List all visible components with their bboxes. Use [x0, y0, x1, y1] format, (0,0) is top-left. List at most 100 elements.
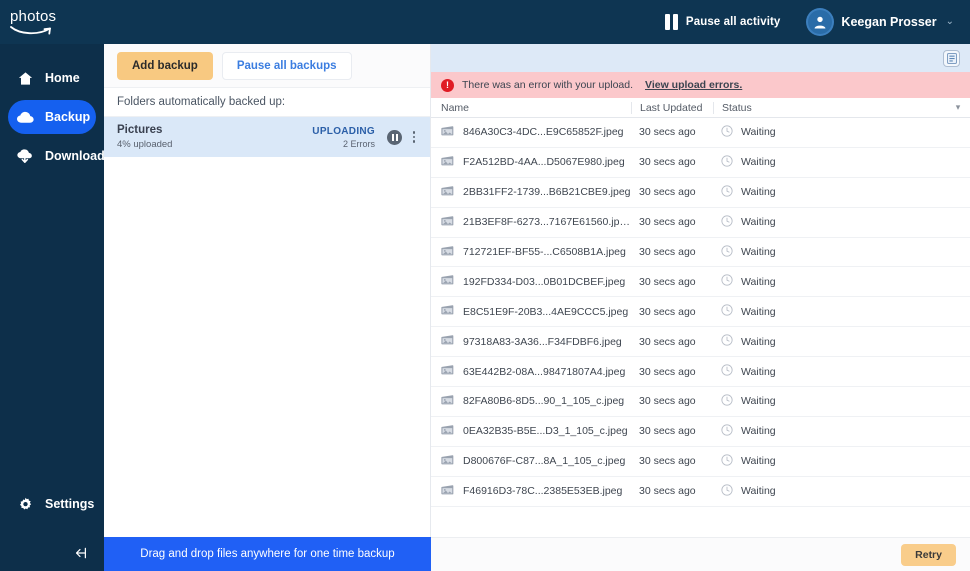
clock-icon — [721, 185, 733, 200]
table-row[interactable]: 0EA32B35-B5E...D3_1_105_c.jpeg 30 secs ag… — [431, 417, 970, 447]
upload-footer-bar: Retry — [431, 537, 970, 571]
file-last-updated-label: 30 secs ago — [639, 455, 696, 468]
photo-file-icon — [441, 424, 454, 439]
cloud-icon — [17, 111, 34, 124]
table-row[interactable]: F2A512BD-4AA...D5067E980.jpeg 30 secs ago… — [431, 148, 970, 178]
photo-file-icon — [441, 155, 454, 170]
sidebar-item-home[interactable]: Home — [8, 61, 96, 95]
file-last-updated-label: 30 secs ago — [639, 246, 696, 258]
file-status-cell: Waiting — [713, 304, 970, 319]
file-status-label: Waiting — [741, 275, 776, 288]
gear-icon — [17, 497, 34, 512]
column-header-name[interactable]: Name — [431, 102, 631, 114]
file-status-cell: Waiting — [713, 394, 970, 409]
error-icon: ! — [441, 78, 454, 92]
clock-icon — [721, 304, 733, 319]
file-status-cell: Waiting — [713, 454, 970, 469]
photo-file-icon — [441, 185, 454, 200]
file-name-cell: 0EA32B35-B5E...D3_1_105_c.jpeg — [431, 424, 631, 439]
photo-file-icon — [441, 125, 454, 140]
file-status-cell: Waiting — [713, 244, 970, 260]
clock-icon — [721, 484, 733, 499]
clock-icon — [721, 364, 733, 379]
view-upload-errors-link[interactable]: View upload errors. — [645, 79, 742, 91]
file-last-updated-label: 30 secs ago — [639, 395, 696, 408]
photo-file-icon — [441, 304, 454, 319]
top-header-bar: photos Pause all activity Keegan Prosser… — [0, 0, 970, 44]
file-name-label: 0EA32B35-B5E...D3_1_105_c.jpeg — [463, 425, 628, 438]
collapse-left-icon — [76, 547, 86, 559]
file-name-label: 21B3EF8F-6273...7167E61560.jpeg — [463, 216, 631, 229]
user-icon — [815, 16, 826, 29]
table-row[interactable]: 192FD334-D03...0B01DCBEF.jpeg 30 secs ago… — [431, 267, 970, 298]
app-logo[interactable]: photos — [0, 0, 104, 44]
file-name-cell: 82FA80B6-8D5...90_1_105_c.jpeg — [431, 394, 631, 409]
clock-icon — [721, 454, 733, 469]
file-name-cell: D800676F-C87...8A_1_105_c.jpeg — [431, 454, 631, 469]
folder-more-options-button[interactable] — [406, 131, 422, 143]
clock-icon — [721, 155, 733, 170]
folder-info: Pictures 4% uploaded — [117, 124, 312, 150]
folder-status: UPLOADING 2 Errors — [312, 126, 375, 149]
clock-icon — [721, 244, 733, 260]
upload-file-list: 846A30C3-4DC...E9C65852F.jpeg 30 secs ago… — [431, 118, 970, 537]
chevron-down-icon: ⌄ — [945, 16, 954, 27]
sidebar-item-settings[interactable]: Settings — [0, 489, 104, 519]
file-last-updated-label: 30 secs ago — [639, 365, 696, 378]
home-icon — [17, 71, 34, 86]
folders-toolbar: Add backup Pause all backups — [104, 44, 430, 87]
upload-list-toolbar — [431, 44, 970, 72]
sidebar-item-download[interactable]: Download — [8, 139, 105, 173]
folder-status-label: UPLOADING — [312, 125, 375, 137]
column-header-last-updated[interactable]: Last Updated — [631, 101, 713, 114]
column-header-status[interactable]: Status — [713, 101, 946, 114]
list-view-icon[interactable] — [943, 49, 960, 67]
table-row[interactable]: 63E442B2-08A...98471807A4.jpeg 30 secs ag… — [431, 357, 970, 388]
dropzone-bar[interactable]: Drag and drop files anywhere for one tim… — [104, 537, 431, 571]
pause-all-backups-button[interactable]: Pause all backups — [221, 51, 352, 80]
file-status-cell: Waiting — [713, 364, 970, 379]
sidebar: Home Backup Download Settings — [0, 44, 105, 571]
file-status-cell: Waiting — [713, 215, 970, 230]
folder-name: Pictures — [117, 124, 163, 136]
clock-icon — [721, 334, 733, 349]
table-row[interactable]: 82FA80B6-8D5...90_1_105_c.jpeg 30 secs ag… — [431, 387, 970, 417]
photo-file-icon — [441, 394, 454, 409]
file-name-label: 82FA80B6-8D5...90_1_105_c.jpeg — [463, 395, 625, 408]
folder-pause-button[interactable] — [387, 129, 402, 145]
table-row[interactable]: 712721EF-BF55-...C6508B1A.jpeg 30 secs ag… — [431, 238, 970, 268]
add-backup-button[interactable]: Add backup — [117, 51, 213, 80]
pause-all-activity-button[interactable]: Pause all activity — [664, 0, 781, 44]
file-status-label: Waiting — [741, 246, 776, 258]
retry-button[interactable]: Retry — [901, 543, 956, 566]
table-row[interactable]: E8C51E9F-20B3...4AE9CCC5.jpeg 30 secs ago… — [431, 297, 970, 328]
table-row[interactable]: 846A30C3-4DC...E9C65852F.jpeg 30 secs ago… — [431, 118, 970, 148]
file-status-label: Waiting — [741, 335, 776, 348]
chevron-down-icon[interactable]: ▾ — [946, 102, 970, 113]
file-status-label: Waiting — [741, 216, 776, 229]
file-status-cell: Waiting — [713, 424, 970, 439]
sidebar-collapse-button[interactable] — [0, 535, 104, 571]
clock-icon — [721, 424, 733, 439]
file-status-label: Waiting — [741, 186, 776, 199]
folder-row-pictures[interactable]: Pictures 4% uploaded UPLOADING 2 Errors — [104, 117, 430, 157]
file-status-label: Waiting — [741, 455, 776, 468]
clock-icon — [721, 125, 733, 140]
table-row[interactable]: 21B3EF8F-6273...7167E61560.jpeg 30 secs a… — [431, 208, 970, 238]
table-row[interactable]: F46916D3-78C...2385E53EB.jpeg 30 secs ago… — [431, 477, 970, 507]
file-last-updated-label: 30 secs ago — [639, 126, 696, 139]
file-name-label: 712721EF-BF55-...C6508B1A.jpeg — [463, 246, 626, 258]
photo-file-icon — [441, 364, 454, 379]
file-status-label: Waiting — [741, 305, 776, 318]
folders-section-label: Folders automatically backed up: — [104, 87, 430, 117]
table-row[interactable]: D800676F-C87...8A_1_105_c.jpeg 30 secs ag… — [431, 447, 970, 477]
folder-progress: 4% uploaded — [117, 139, 173, 150]
account-menu-button[interactable]: Keegan Prosser ⌄ — [808, 0, 954, 44]
table-row[interactable]: 2BB31FF2-1739...B6B21CBE9.jpeg 30 secs ag… — [431, 178, 970, 208]
file-name-cell: E8C51E9F-20B3...4AE9CCC5.jpeg — [431, 304, 631, 319]
sidebar-item-home-label: Home — [45, 71, 80, 85]
upload-error-banner: ! There was an error with your upload. V… — [431, 72, 970, 98]
sidebar-item-backup[interactable]: Backup — [8, 100, 96, 134]
table-row[interactable]: 97318A83-3A36...F34FDBF6.jpeg 30 secs ago… — [431, 327, 970, 358]
pause-all-activity-label: Pause all activity — [685, 16, 781, 28]
